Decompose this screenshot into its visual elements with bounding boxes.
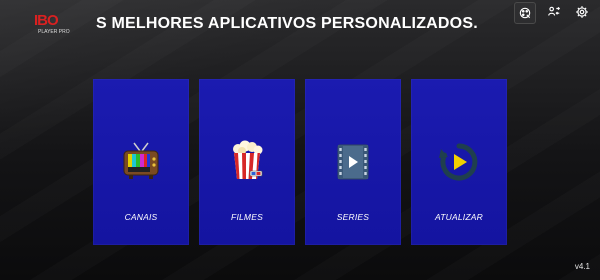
background — [0, 0, 600, 280]
gear-icon[interactable] — [572, 2, 592, 22]
logo-text: IBO — [34, 12, 59, 29]
top-toolbar — [514, 2, 592, 24]
refresh-play-icon — [437, 137, 481, 185]
card-canais[interactable]: CANAIS — [93, 79, 189, 245]
card-label-filmes: FILMES — [231, 212, 263, 222]
card-label-atualizar: ATUALIZAR — [435, 212, 483, 222]
tv-icon — [119, 137, 163, 185]
page-headline: S MELHORES APLICATIVOS PERSONALIZADOS. — [96, 15, 478, 32]
popcorn-icon — [225, 137, 269, 185]
logo-subtext: PLAYER PRO — [38, 29, 70, 35]
version-label: v4.1 — [574, 262, 590, 271]
card-series[interactable]: SERIES — [305, 79, 401, 245]
app-logo: IBO PLAYER PRO — [34, 13, 74, 39]
card-filmes[interactable]: FILMES — [199, 79, 295, 245]
card-label-canais: CANAIS — [124, 212, 158, 222]
card-atualizar[interactable]: ATUALIZAR — [411, 79, 507, 245]
user-switch-icon[interactable] — [544, 2, 564, 22]
palette-settings-icon[interactable] — [514, 2, 536, 24]
film-play-icon — [331, 137, 375, 185]
card-label-series: SERIES — [336, 212, 370, 222]
